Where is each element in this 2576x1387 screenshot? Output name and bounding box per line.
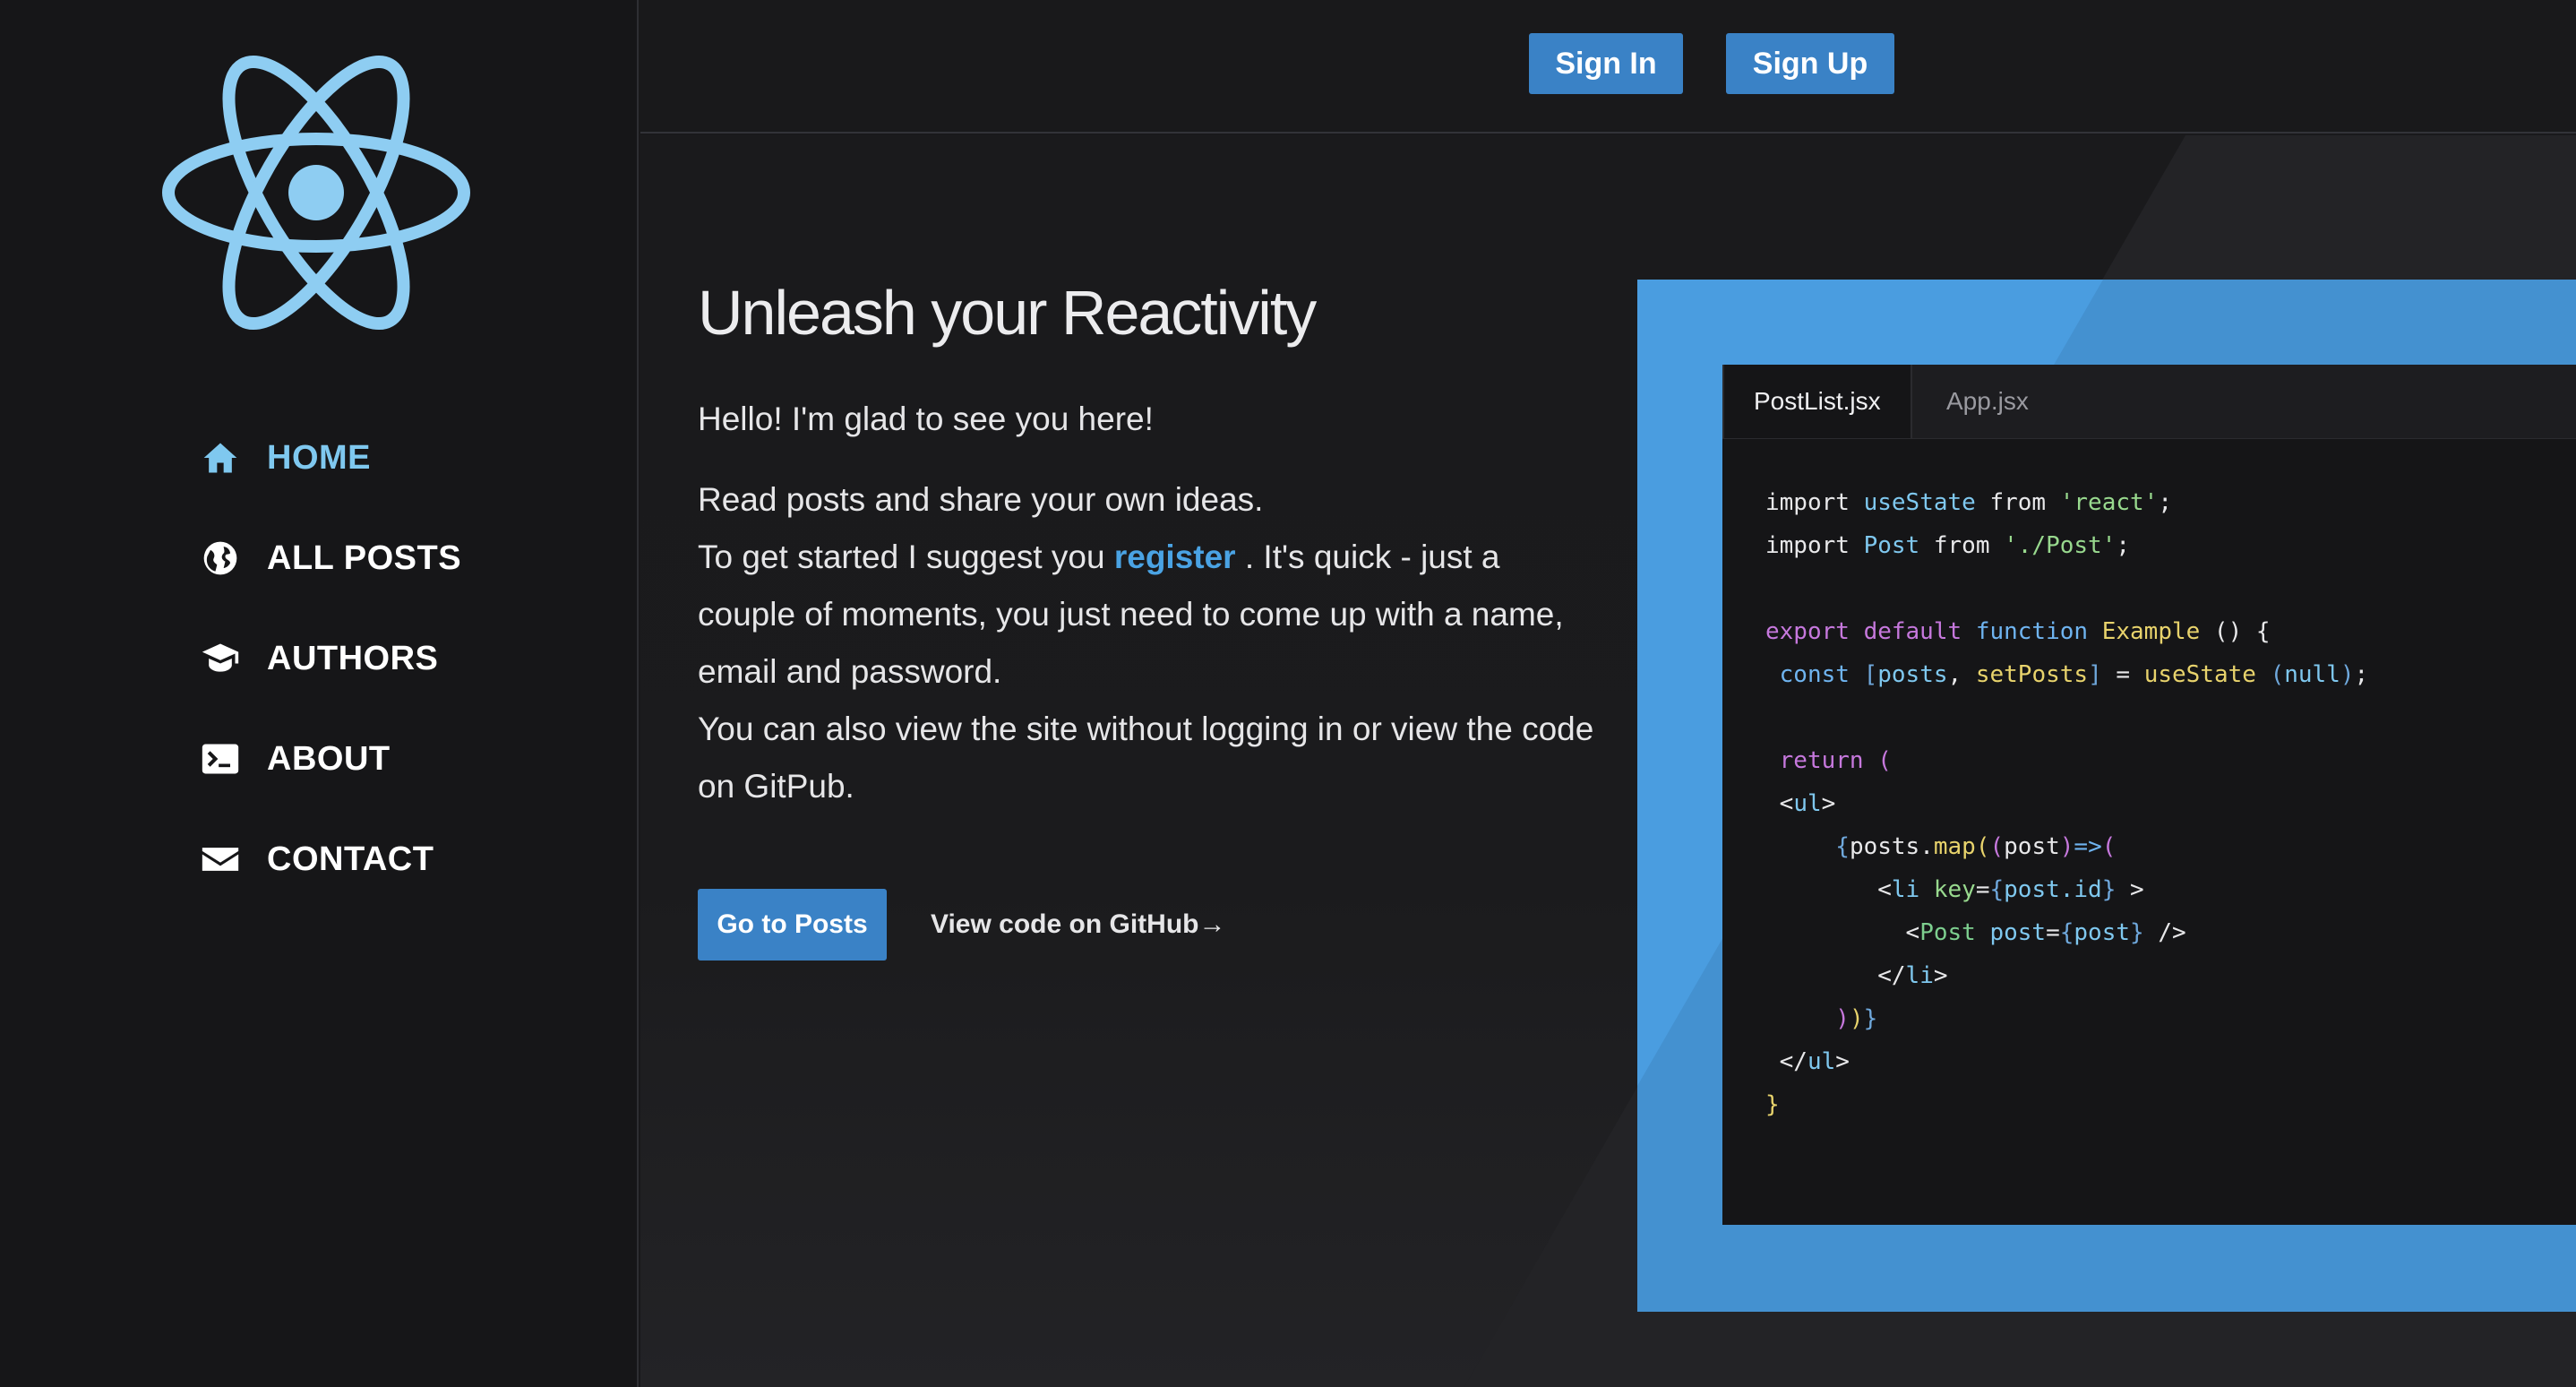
code-line: <ul>: [1765, 790, 1836, 817]
intro-line: You can also view the site without loggi…: [698, 711, 1594, 805]
top-header: Sign In Sign Up: [640, 0, 2576, 134]
sign-up-button[interactable]: Sign Up: [1726, 33, 1894, 94]
tab-app[interactable]: App.jsx: [1917, 365, 2058, 438]
code-line: <Post post={post} />: [1765, 919, 2186, 946]
code-line: import useState from 'react';: [1765, 489, 2172, 516]
code-line: {posts.map((post)=>(: [1835, 833, 2117, 860]
code-tabs: PostList.jsx App.jsx: [1722, 365, 2576, 439]
register-link[interactable]: register: [1114, 538, 1236, 575]
sidebar-item-authors[interactable]: AUTHORS: [201, 608, 461, 709]
sidebar-item-contact[interactable]: CONTACT: [201, 809, 461, 909]
sidebar-item-about[interactable]: ABOUT: [201, 709, 461, 809]
globe-icon: [201, 538, 240, 578]
tab-postlist[interactable]: PostList.jsx: [1722, 365, 1912, 438]
intro-text: To get started I suggest you: [698, 538, 1114, 575]
code-line: const [posts, setPosts] = useState (null…: [1779, 661, 2369, 688]
terminal-icon: [201, 739, 240, 779]
intro-line: To get started I suggest you register . …: [698, 529, 1602, 701]
code-line: </ul>: [1765, 1048, 1850, 1075]
code-line: <li key={post.id} >: [1765, 876, 2144, 903]
go-to-posts-button[interactable]: Go to Posts: [698, 889, 887, 961]
sidebar-item-label: CONTACT: [267, 840, 434, 878]
home-icon: [201, 438, 240, 478]
sidebar-item-label: AUTHORS: [267, 639, 439, 677]
greeting-text: Hello! I'm glad to see you here!: [698, 401, 1154, 437]
code-line: ))}: [1835, 1005, 1878, 1032]
envelope-icon: [201, 840, 240, 879]
sidebar-item-label: HOME: [267, 438, 371, 477]
code-line: export default function Example () {: [1765, 618, 2271, 645]
sidebar-item-label: ALL POSTS: [267, 538, 462, 577]
code-window: PostList.jsx App.jsx import useState fro…: [1722, 365, 2576, 1225]
code-line: return (: [1779, 747, 1892, 774]
code-line: import Post from './Post';: [1765, 532, 2131, 559]
sidebar: HOME ALL POSTS AUTHORS ABOUT CONTACT: [0, 0, 639, 1387]
graduation-cap-icon: [201, 639, 240, 678]
sidebar-item-label: ABOUT: [267, 739, 391, 778]
page-title: Unleash your Reactivity: [698, 278, 1317, 348]
code-line: </li>: [1765, 962, 1948, 989]
react-atom-logo[interactable]: [159, 52, 473, 333]
code-block: import useState from 'react'; import Pos…: [1765, 481, 2368, 1126]
code-line: }: [1765, 1091, 1780, 1118]
sidebar-nav: HOME ALL POSTS AUTHORS ABOUT CONTACT: [201, 408, 461, 909]
sidebar-item-home[interactable]: HOME: [201, 408, 461, 508]
intro-line: Read posts and share your own ideas.: [698, 481, 1264, 518]
github-link[interactable]: View code on GitHub→: [931, 909, 1225, 940]
sidebar-item-all-posts[interactable]: ALL POSTS: [201, 508, 461, 608]
sign-in-button[interactable]: Sign In: [1529, 33, 1683, 94]
main-content: Unleash your Reactivity Hello! I'm glad …: [640, 135, 2576, 1387]
intro-paragraph: Read posts and share your own ideas. To …: [698, 471, 1602, 815]
